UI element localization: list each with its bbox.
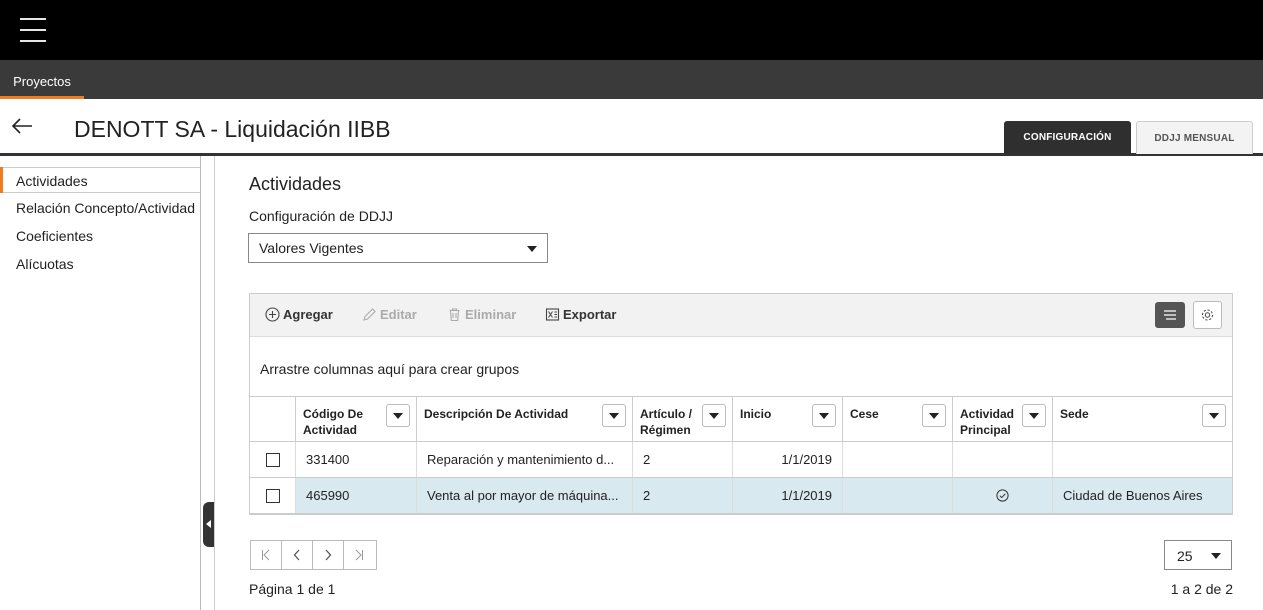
sidebar-item-relacion-concepto[interactable]: Relación Concepto/Actividad <box>0 195 200 221</box>
cell-inicio: 1/1/2019 <box>733 442 843 477</box>
config-select-value: Valores Vigentes <box>259 240 364 256</box>
column-header-label: Código De Actividad <box>303 407 363 437</box>
settings-button[interactable] <box>1193 301 1222 329</box>
section-title: Actividades <box>249 174 342 194</box>
row-checkbox[interactable] <box>266 453 280 467</box>
hamburger-menu-icon[interactable] <box>20 17 46 43</box>
nav-bar: Proyectos <box>0 60 1263 99</box>
cell-articulo: 2 <box>633 478 733 513</box>
excel-icon <box>545 308 560 321</box>
export-label: Exportar <box>563 307 617 322</box>
first-page-button[interactable] <box>251 541 282 569</box>
range-info: 1 a 2 de 2 <box>1170 581 1233 597</box>
column-header-label: Cese <box>850 407 879 421</box>
collapse-sidebar-handle[interactable] <box>203 502 214 547</box>
column-menu-button[interactable] <box>386 404 410 427</box>
column-menu-button[interactable] <box>812 404 836 427</box>
last-page-icon <box>355 549 363 561</box>
row-select-cell <box>250 442 296 477</box>
header-select-cell <box>250 397 296 442</box>
trash-icon <box>449 308 460 322</box>
sidebar-item-coeficientes[interactable]: Coeficientes <box>0 223 200 249</box>
pager <box>250 540 377 570</box>
page-header: DENOTT SA - Liquidación IIBB CONFIGURACI… <box>0 99 1263 156</box>
column-menu-button[interactable] <box>922 404 946 427</box>
cell-principal <box>953 478 1053 513</box>
delete-label: Eliminar <box>465 307 517 322</box>
plus-circle-icon <box>265 307 280 322</box>
edit-label: Editar <box>380 307 417 322</box>
splitter <box>214 156 215 610</box>
table-row[interactable]: 465990 Venta al por mayor de máquina... … <box>250 478 1232 514</box>
column-header-label: Inicio <box>740 407 772 421</box>
chevron-right-icon <box>325 549 332 561</box>
column-header-label: Sede <box>1060 407 1089 421</box>
nav-tab-proyectos[interactable]: Proyectos <box>0 60 84 99</box>
sidebar-item-actividades[interactable]: Actividades <box>0 167 200 193</box>
list-view-button[interactable] <box>1155 302 1185 328</box>
cell-inicio: 1/1/2019 <box>733 478 843 513</box>
top-bar <box>0 0 1263 60</box>
cell-descripcion: Reparación y mantenimiento d... <box>417 442 633 477</box>
column-header-codigo[interactable]: Código De Actividad <box>296 397 417 442</box>
row-checkbox[interactable] <box>266 489 280 503</box>
tab-configuracion[interactable]: CONFIGURACIÓN <box>1004 121 1131 154</box>
column-header-descripcion[interactable]: Descripción De Actividad <box>417 397 633 442</box>
export-button[interactable]: Exportar <box>545 307 616 322</box>
cell-sede <box>1053 442 1232 477</box>
cell-descripcion: Venta al por mayor de máquina... <box>417 478 633 513</box>
config-label: Configuración de DDJJ <box>249 208 393 224</box>
column-menu-button[interactable] <box>602 404 626 427</box>
column-header-articulo[interactable]: Artículo / Régimen <box>633 397 733 442</box>
first-page-icon <box>262 549 270 561</box>
edit-button[interactable]: Editar <box>362 307 417 322</box>
column-header-label: Actividad Principal <box>960 407 1015 437</box>
grid-header-row: Código De Actividad Descripción De Activ… <box>250 397 1232 442</box>
grid-toolbar: Agregar Editar Eliminar Exportar <box>250 294 1232 337</box>
chevron-down-icon <box>527 246 537 252</box>
cell-sede: Ciudad de Buenos Aires <box>1063 488 1203 503</box>
column-header-cese[interactable]: Cese <box>843 397 953 442</box>
chevron-left-icon <box>293 549 300 561</box>
column-menu-button[interactable] <box>1022 404 1046 427</box>
page-size-select[interactable]: 25 <box>1164 540 1232 570</box>
chevron-down-icon <box>1211 553 1221 559</box>
prev-page-button[interactable] <box>282 541 313 569</box>
column-header-label: Descripción De Actividad <box>424 407 569 421</box>
table-row[interactable]: 331400 Reparación y mantenimiento d... 2… <box>250 442 1232 478</box>
page-title: DENOTT SA - Liquidación IIBB <box>74 116 391 142</box>
cell-codigo: 331400 <box>296 442 417 477</box>
cell-principal <box>953 442 1053 477</box>
page-info: Página 1 de 1 <box>249 581 336 597</box>
cell-articulo: 2 <box>633 442 733 477</box>
column-header-label: Artículo / Régimen <box>640 407 693 437</box>
add-button[interactable]: Agregar <box>265 307 333 322</box>
sidebar: Actividades Relación Concepto/Actividad … <box>0 156 201 610</box>
row-select-cell <box>250 478 296 513</box>
cell-cese <box>843 442 953 477</box>
activities-grid: Agregar Editar Eliminar Exportar Arrastr… <box>249 293 1233 515</box>
cell-codigo: 465990 <box>296 478 417 513</box>
cell-cese <box>843 478 953 513</box>
config-select[interactable]: Valores Vigentes <box>248 233 548 263</box>
sidebar-item-alicuotas[interactable]: Alícuotas <box>0 251 200 277</box>
column-header-sede[interactable]: Sede <box>1053 397 1232 442</box>
column-header-inicio[interactable]: Inicio <box>733 397 843 442</box>
pencil-icon <box>363 308 376 321</box>
gear-icon <box>1202 309 1213 321</box>
back-arrow-icon[interactable] <box>10 115 34 137</box>
delete-button[interactable]: Eliminar <box>447 307 516 322</box>
column-menu-button[interactable] <box>1202 404 1226 427</box>
column-menu-button[interactable] <box>702 404 726 427</box>
column-header-actividad-principal[interactable]: Actividad Principal <box>953 397 1053 442</box>
list-icon <box>1164 310 1176 320</box>
last-page-button[interactable] <box>344 541 376 569</box>
check-circle-icon <box>996 489 1009 502</box>
page-size-value: 25 <box>1177 548 1193 564</box>
group-drop-area[interactable]: Arrastre columnas aquí para crear grupos <box>250 337 1232 397</box>
next-page-button[interactable] <box>313 541 344 569</box>
tab-ddjj-mensual[interactable]: DDJJ MENSUAL <box>1136 121 1253 154</box>
add-label: Agregar <box>283 307 333 322</box>
